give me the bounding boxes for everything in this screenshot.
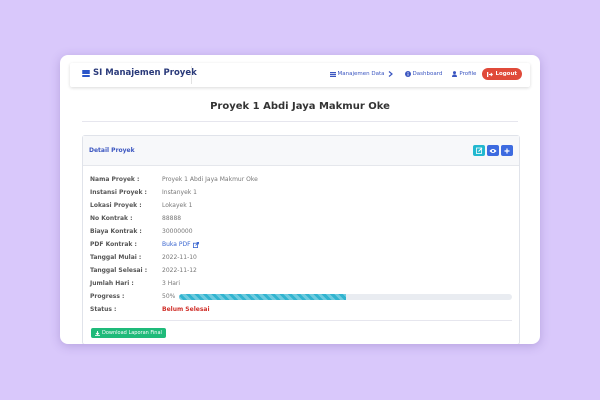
view-button[interactable] <box>487 145 499 156</box>
sign-out-icon <box>487 71 494 77</box>
nav-dashboard-label: Dashboard <box>412 71 443 77</box>
detail-value-lokasi: Lokayek 1 <box>162 202 193 209</box>
card-header: Detail Proyek <box>83 136 519 166</box>
download-report-label: Download Laporan Final <box>102 330 162 336</box>
detail-value-instansi: Instanyek 1 <box>162 189 197 196</box>
nav-profile-label: Profile <box>459 71 477 77</box>
add-button[interactable] <box>501 145 513 156</box>
brand[interactable]: SI Manajemen Proyek <box>82 68 197 78</box>
detail-label: Status : <box>90 306 117 313</box>
open-pdf-link[interactable]: Buka PDF <box>162 241 199 248</box>
progress-bar <box>179 294 512 300</box>
nav-menu: Manajemen Data Dashboard Profile Logout <box>320 68 522 80</box>
card-divider <box>90 320 512 321</box>
info-icon <box>404 71 411 77</box>
user-icon <box>452 71 458 77</box>
status-badge: Belum Selesai <box>162 306 210 313</box>
detail-label: Tanggal Mulai : <box>90 254 142 261</box>
detail-value-hari: 3 Hari <box>162 280 181 287</box>
detail-label: PDF Kontrak : <box>90 241 137 248</box>
navbar: SI Manajemen Proyek Manajemen Data Dashb… <box>70 63 530 87</box>
nav-manajemen-data[interactable]: Manajemen Data <box>329 71 395 77</box>
page-title: Proyek 1 Abdi Jaya Makmur Oke <box>210 101 390 112</box>
detail-value-mulai: 2022-11-10 <box>162 254 197 261</box>
detail-label: No Kontrak : <box>90 215 133 222</box>
list-icon <box>82 69 90 77</box>
detail-value-nama: Proyek 1 Abdi Jaya Makmur Oke <box>162 176 258 183</box>
detail-value-kontrak: 88888 <box>162 215 182 222</box>
detail-label: Instansi Proyek : <box>90 189 147 196</box>
title-divider <box>82 121 518 122</box>
edit-button[interactable] <box>473 145 485 156</box>
chevron-right-icon <box>388 71 393 77</box>
detail-label: Nama Proyek : <box>90 176 140 183</box>
navbar-divider <box>191 66 192 84</box>
download-icon <box>95 330 100 336</box>
eye-icon <box>489 148 497 153</box>
project-detail-card: Detail Proyek Nama Proyek : Proyek 1 Abd… <box>82 135 520 344</box>
detail-label: Biaya Kontrak : <box>90 228 142 235</box>
logout-button[interactable]: Logout <box>482 68 522 80</box>
progress-percent: 50% <box>162 293 176 300</box>
table-icon <box>329 71 336 77</box>
progress-fill <box>179 294 346 300</box>
detail-value-biaya: 30000000 <box>162 228 193 235</box>
card-title: Detail Proyek <box>89 147 135 154</box>
card-actions <box>471 145 513 156</box>
brand-title: SI Manajemen Proyek <box>93 68 197 78</box>
open-pdf-label: Buka PDF <box>162 241 191 248</box>
plus-icon <box>504 148 510 153</box>
detail-label: Progress : <box>90 293 125 300</box>
detail-label: Jumlah Hari : <box>90 280 134 287</box>
nav-manajemen-data-label: Manajemen Data <box>337 71 385 77</box>
detail-label: Lokasi Proyek : <box>90 202 142 209</box>
nav-profile[interactable]: Profile <box>452 71 476 77</box>
app-window: SI Manajemen Proyek Manajemen Data Dashb… <box>60 55 540 344</box>
detail-label: Tanggal Selesai : <box>90 267 148 274</box>
detail-value-selesai: 2022-11-12 <box>162 267 197 274</box>
download-report-button[interactable]: Download Laporan Final <box>91 328 166 338</box>
nav-dashboard[interactable]: Dashboard <box>404 71 443 77</box>
logout-label: Logout <box>495 71 517 77</box>
external-link-icon <box>192 241 199 248</box>
edit-icon <box>475 147 482 154</box>
